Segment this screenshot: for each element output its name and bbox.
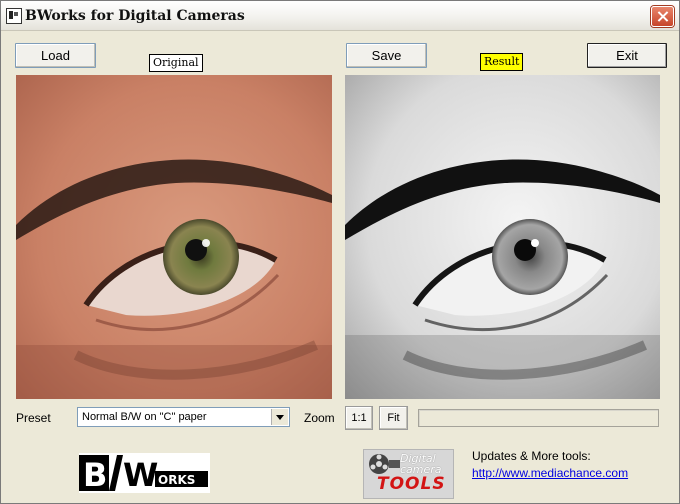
app-icon [6, 8, 22, 24]
original-eye-image [16, 75, 332, 399]
progress-bar [418, 409, 659, 427]
chevron-down-icon[interactable] [271, 409, 288, 425]
window-title: BWorks for Digital Cameras [25, 8, 245, 24]
original-image-preview[interactable] [16, 75, 332, 399]
zoom-label: Zoom [304, 411, 335, 425]
exit-button[interactable]: Exit [587, 43, 667, 68]
close-icon[interactable] [651, 6, 674, 27]
result-eye-image [345, 75, 660, 399]
bworks-logo: B W ORKS [79, 453, 210, 493]
tools-logo-top-text: Digital camera [400, 452, 442, 476]
preset-dropdown[interactable]: Normal B/W on "C" paper [77, 407, 290, 427]
preset-selected-value: Normal B/W on "C" paper [82, 411, 207, 423]
preset-label: Preset [16, 411, 51, 425]
zoom-1to1-button[interactable]: 1:1 [345, 406, 373, 430]
film-reel-icon [369, 454, 400, 474]
zoom-fit-button[interactable]: Fit [379, 406, 408, 430]
svg-text:ORKS: ORKS [158, 473, 195, 487]
updates-label: Updates & More tools: [472, 449, 591, 463]
website-link[interactable]: http://www.mediachance.com [472, 466, 628, 480]
svg-text:B: B [83, 456, 107, 493]
save-button[interactable]: Save [346, 43, 427, 68]
result-image-preview[interactable] [345, 75, 660, 399]
load-button[interactable]: Load [15, 43, 96, 68]
tools-logo-bottom-text: TOOLS [377, 474, 446, 494]
title-bar[interactable]: BWorks for Digital Cameras [1, 1, 679, 31]
svg-text:W: W [123, 456, 158, 493]
digital-camera-tools-logo: Digital camera TOOLS [363, 449, 454, 499]
result-label: Result [480, 53, 524, 71]
app-window: BWorks for Digital Cameras Load Original… [0, 0, 680, 504]
original-label: Original [149, 54, 203, 72]
